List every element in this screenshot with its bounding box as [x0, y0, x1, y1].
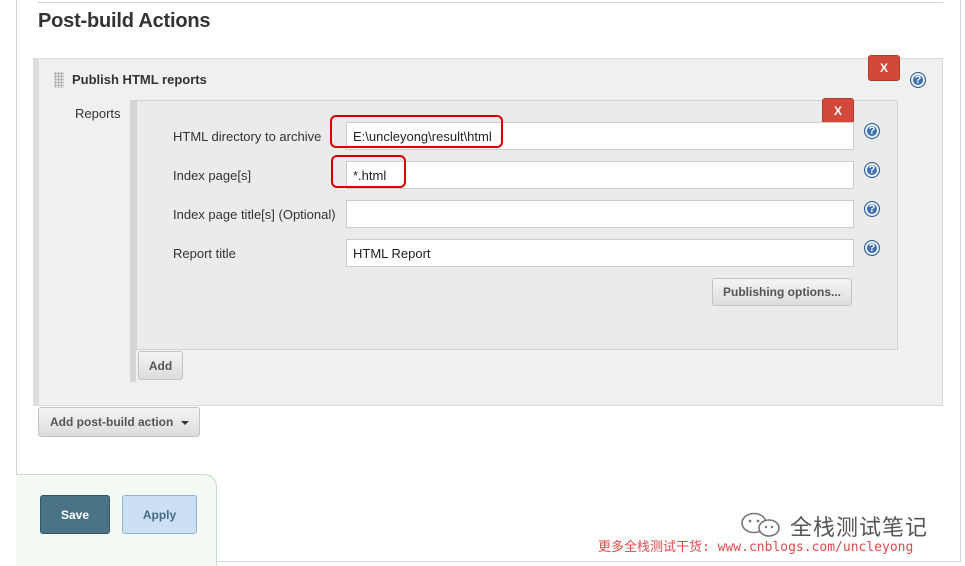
publishing-options-button[interactable]: Publishing options...	[712, 278, 852, 306]
report-title-input[interactable]	[346, 239, 854, 267]
help-icon[interactable]: ?	[864, 123, 880, 139]
help-icon[interactable]: ?	[864, 162, 880, 178]
delete-step-button[interactable]: X	[868, 55, 900, 81]
step-title: Publish HTML reports	[72, 72, 207, 87]
index-page-titles-input[interactable]	[346, 200, 854, 228]
apply-button[interactable]: Apply	[122, 495, 197, 534]
top-divider	[38, 2, 943, 3]
reports-label: Reports	[75, 106, 121, 121]
help-icon[interactable]: ?	[910, 72, 926, 88]
watermark-subtitle: 更多全栈测试干货: www.cnblogs.com/uncleyong	[598, 540, 914, 555]
delete-report-button[interactable]: X	[822, 98, 854, 124]
html-directory-input[interactable]	[346, 122, 854, 150]
help-icon[interactable]: ?	[864, 240, 880, 256]
save-button[interactable]: Save	[40, 495, 110, 534]
index-pages-label: Index page[s]	[173, 168, 252, 183]
add-post-build-action-button[interactable]: Add post-build action	[38, 407, 200, 437]
add-post-build-action-label: Add post-build action	[50, 415, 174, 429]
help-icon[interactable]: ?	[864, 201, 880, 217]
report-title-label: Report title	[173, 246, 236, 261]
add-report-button[interactable]: Add	[138, 351, 183, 380]
step-left-bar	[33, 58, 39, 406]
wechat-logo-icon	[741, 512, 780, 537]
html-directory-label: HTML directory to archive	[173, 129, 322, 144]
caret-down-icon	[181, 421, 189, 425]
index-page-titles-label: Index page title[s] (Optional)	[173, 207, 336, 222]
section-title: Post-build Actions	[38, 10, 211, 32]
drag-handle-icon[interactable]	[54, 72, 64, 88]
index-pages-input[interactable]	[346, 161, 854, 189]
